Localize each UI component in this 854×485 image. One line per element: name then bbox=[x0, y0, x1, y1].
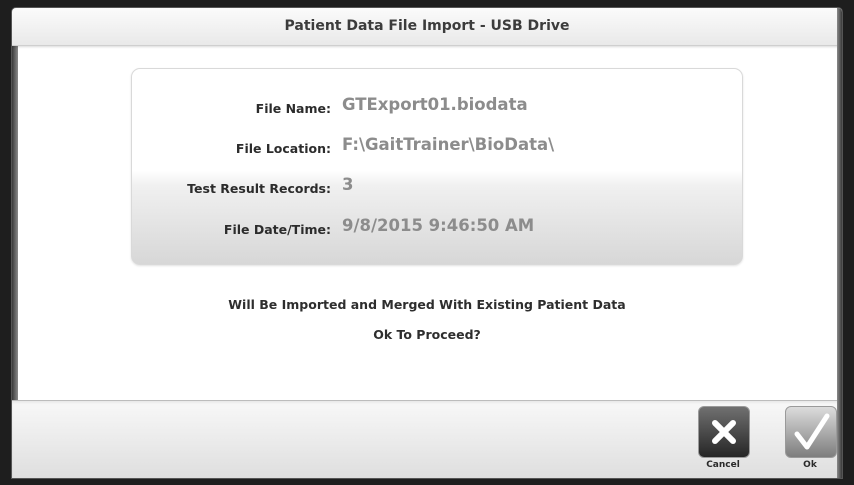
file-datetime-row: File Date/Time: 9/8/2015 9:46:50 AM bbox=[132, 216, 742, 240]
test-result-records-value: 3 bbox=[342, 175, 354, 194]
x-icon bbox=[712, 420, 736, 444]
dialog-title: Patient Data File Import - USB Drive bbox=[284, 18, 570, 34]
file-name-label: File Name: bbox=[255, 101, 331, 116]
file-datetime-value: 9/8/2015 9:46:50 AM bbox=[342, 216, 535, 235]
import-message: Will Be Imported and Merged With Existin… bbox=[228, 297, 626, 312]
proceed-question: Ok To Proceed? bbox=[373, 327, 481, 342]
file-location-row: File Location: F:\GaitTrainer\BioData\ bbox=[132, 135, 742, 159]
import-dialog: Patient Data File Import - USB Drive Fil… bbox=[12, 8, 842, 478]
test-result-records-label: Test Result Records: bbox=[187, 181, 331, 196]
file-location-label: File Location: bbox=[235, 141, 331, 156]
cancel-button-label: Cancel bbox=[706, 460, 740, 470]
file-name-value: GTExport01.biodata bbox=[342, 95, 528, 114]
file-datetime-label: File Date/Time: bbox=[223, 222, 331, 237]
title-bar: Patient Data File Import - USB Drive bbox=[12, 8, 842, 46]
file-name-row: File Name: GTExport01.biodata bbox=[132, 95, 742, 119]
ok-button[interactable] bbox=[785, 406, 837, 458]
file-info-panel: File Name: GTExport01.biodata File Locat… bbox=[131, 68, 743, 265]
cancel-button[interactable] bbox=[698, 406, 750, 458]
file-location-value: F:\GaitTrainer\BioData\ bbox=[342, 135, 555, 154]
ok-button-label: Ok bbox=[803, 460, 817, 470]
checkmark-icon bbox=[794, 413, 830, 450]
test-result-records-row: Test Result Records: 3 bbox=[132, 175, 742, 199]
button-bar: Cancel Ok bbox=[12, 400, 842, 478]
